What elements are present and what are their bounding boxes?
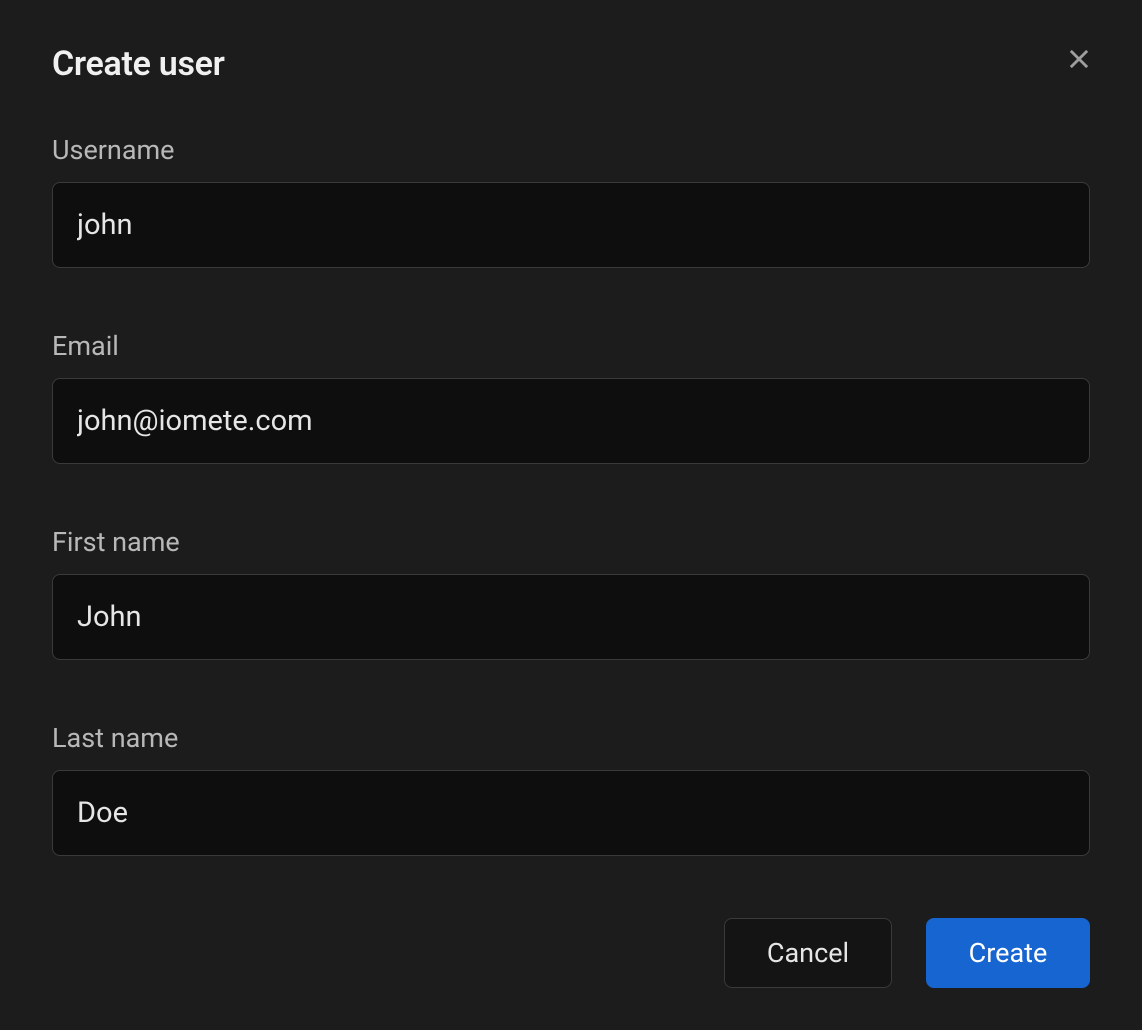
username-label: Username: [52, 134, 1090, 166]
username-input[interactable]: [52, 182, 1090, 268]
modal-header: Create user: [52, 44, 1090, 84]
email-field-group: Email: [52, 330, 1090, 464]
first-name-input[interactable]: [52, 574, 1090, 660]
close-button[interactable]: [1062, 42, 1096, 76]
last-name-input[interactable]: [52, 770, 1090, 856]
first-name-field-group: First name: [52, 526, 1090, 660]
create-button[interactable]: Create: [926, 918, 1090, 988]
create-user-modal: Create user Username Email First name La…: [0, 0, 1142, 1028]
email-label: Email: [52, 330, 1090, 362]
first-name-label: First name: [52, 526, 1090, 558]
username-field-group: Username: [52, 134, 1090, 268]
email-input[interactable]: [52, 378, 1090, 464]
cancel-button[interactable]: Cancel: [724, 918, 892, 988]
last-name-label: Last name: [52, 722, 1090, 754]
close-icon: [1065, 45, 1093, 73]
last-name-field-group: Last name: [52, 722, 1090, 856]
action-bar: Cancel Create: [52, 918, 1090, 988]
modal-title: Create user: [52, 44, 225, 84]
